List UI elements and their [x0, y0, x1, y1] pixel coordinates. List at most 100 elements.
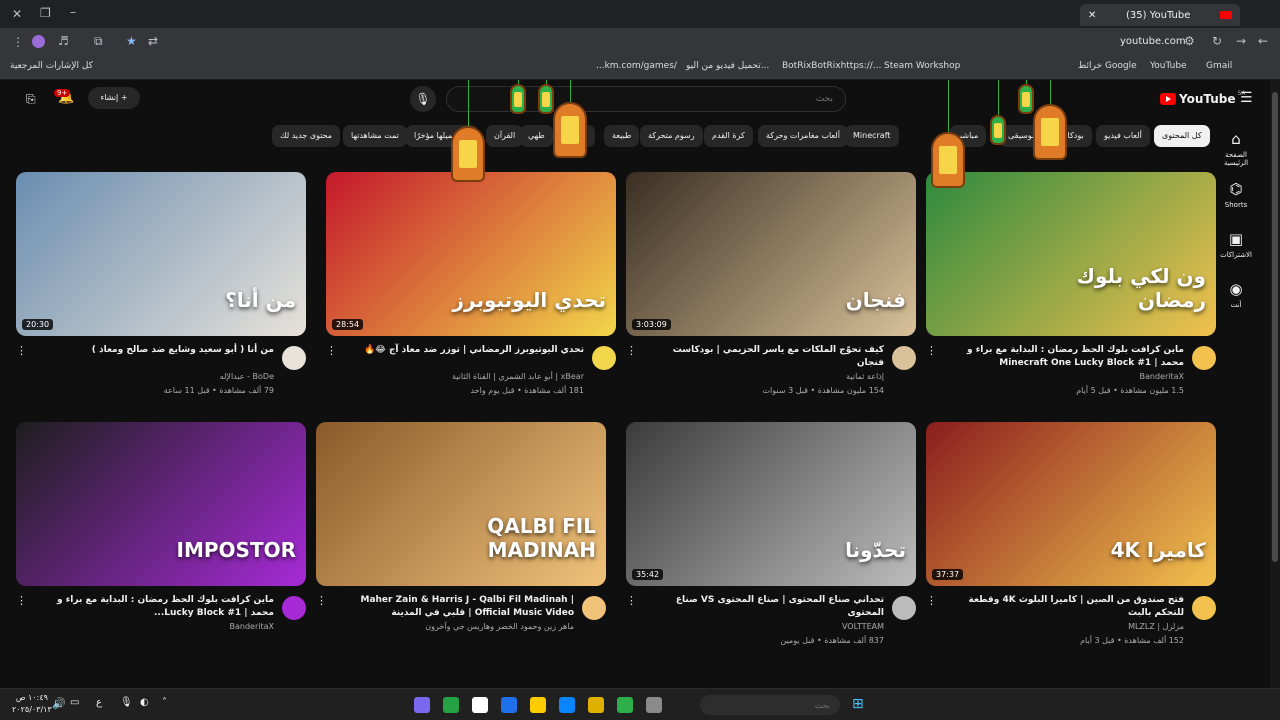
- windows-start-icon[interactable]: ⊞: [852, 696, 864, 712]
- chip-1[interactable]: ألعاب فيديو: [1096, 125, 1150, 147]
- sidebar-item-subscriptions[interactable]: ▣ الاشتراكات: [1214, 230, 1258, 259]
- sidebar-item-home[interactable]: ⌂ الصفحة الرئيسية: [1214, 130, 1258, 167]
- channel-name[interactable]: ماهر زين وحمود الخضر وهاريس جي وآخرون: [425, 622, 574, 631]
- channel-name[interactable]: VOLTTEAM: [842, 622, 884, 631]
- more-options-icon[interactable]: ⋮: [16, 594, 27, 607]
- network-icon[interactable]: ▭: [70, 697, 79, 708]
- sidebar-item-shorts[interactable]: ⌬ Shorts: [1214, 180, 1258, 209]
- tab-youtube[interactable]: ✕ (35) YouTube: [1080, 4, 1240, 26]
- video-card[interactable]: من أنا؟ 20:30 من أنا ( أبو سعيد وشايع ضد…: [16, 172, 306, 404]
- video-thumbnail[interactable]: كاميرا 4K 37:37: [926, 422, 1216, 586]
- channel-name[interactable]: BanderitaX: [1140, 372, 1185, 381]
- chrome-icon[interactable]: [472, 697, 488, 713]
- chip-6[interactable]: ألعاب مغامرات وحركة: [758, 125, 848, 147]
- more-options-icon[interactable]: ⋮: [326, 344, 337, 357]
- channel-name[interactable]: BanderitaX: [230, 622, 275, 631]
- more-options-icon[interactable]: ⋮: [926, 594, 937, 607]
- chip-15[interactable]: محتوى جديد لك: [272, 125, 341, 147]
- video-thumbnail[interactable]: تحدّونا 35:42: [626, 422, 916, 586]
- hamburger-menu-icon[interactable]: ☰: [1240, 90, 1253, 106]
- video-title[interactable]: كيف تحوّج الملكات مع ياسر الحزيمي | بودك…: [644, 344, 884, 370]
- bookmark-games[interactable]: ...km.com/games/: [596, 61, 677, 71]
- chip-11[interactable]: طهي: [520, 125, 553, 147]
- back-icon[interactable]: ←: [1258, 34, 1268, 48]
- video-title[interactable]: فتح صندوق من الصين | كاميرا البلوث 4K وق…: [944, 594, 1185, 620]
- video-card[interactable]: فنجان 3:03:09 كيف تحوّج الملكات مع ياسر …: [626, 172, 916, 404]
- video-card[interactable]: تحدي اليوتيوبرز 28:54 تحدي اليوتيوبرز ال…: [326, 172, 616, 404]
- more-options-icon[interactable]: ⋮: [926, 344, 937, 357]
- video-thumbnail[interactable]: QALBI FIL MADINAH: [316, 422, 606, 586]
- search-input[interactable]: [446, 86, 846, 112]
- chip-9[interactable]: طبيعة: [604, 125, 640, 147]
- channel-name[interactable]: xBear | أبو عابد الشمري | القناة الثانية: [452, 372, 584, 381]
- channel-avatar[interactable]: [892, 596, 916, 620]
- bookmark-botrix[interactable]: BotRixBotRixhttps://...: [782, 61, 881, 71]
- voice-search-icon[interactable]: 🎙: [410, 86, 436, 112]
- steam-icon[interactable]: [501, 697, 517, 713]
- channel-avatar[interactable]: [592, 346, 616, 370]
- bookmark-star-icon[interactable]: ★: [126, 34, 137, 48]
- channel-name[interactable]: إذاعة ثمانية: [846, 372, 884, 381]
- bookmark-maps[interactable]: خرائط Google: [1078, 61, 1137, 71]
- sidebar-item-you[interactable]: ◉ أنت: [1214, 280, 1258, 309]
- share-icon[interactable]: ⇄: [148, 34, 158, 48]
- video-card[interactable]: كاميرا 4K 37:37 فتح صندوق من الصين | كام…: [926, 422, 1216, 654]
- video-title[interactable]: من أنا ( أبو سعيد وشايع ضد صالح ومعاذ ): [34, 344, 274, 357]
- video-thumbnail[interactable]: من أنا؟ 20:30: [16, 172, 306, 336]
- tray-app-icon[interactable]: ◐: [140, 697, 149, 708]
- video-thumbnail[interactable]: تحدي اليوتيوبرز 28:54: [326, 172, 616, 336]
- channel-name[interactable]: مزلزل | MLZLZ: [1128, 622, 1184, 631]
- scrollbar[interactable]: [1270, 80, 1280, 688]
- youtube-logo[interactable]: YouTube SA: [1160, 90, 1246, 106]
- chat-icon[interactable]: [443, 697, 459, 713]
- video-title[interactable]: ماين كرافت بلوك الحظ رمضان : البداية مع …: [944, 344, 1184, 370]
- chip-12[interactable]: القرآن: [486, 125, 524, 147]
- recorder-icon[interactable]: [414, 697, 430, 713]
- channel-avatar[interactable]: [582, 596, 606, 620]
- channel-avatar[interactable]: [892, 346, 916, 370]
- chip-5[interactable]: Minecraft: [845, 125, 899, 147]
- minimize-window-icon[interactable]: –: [70, 5, 76, 19]
- profile-avatar[interactable]: [32, 35, 45, 48]
- menu-icon[interactable]: ⋮: [12, 35, 24, 49]
- video-title[interactable]: تحداني صناع المحتوى | صناع المحتوى VS صن…: [644, 594, 884, 620]
- address-field[interactable]: youtube.com: [1120, 36, 1186, 47]
- extensions-icon[interactable]: ⧉: [94, 34, 103, 49]
- bookmark-steam[interactable]: Steam Workshop: [884, 61, 960, 71]
- video-title[interactable]: تحدي اليوتيوبرز الرمضاني | توزر ضد معاذ …: [344, 344, 584, 357]
- channel-avatar[interactable]: [282, 596, 306, 620]
- clock[interactable]: ١٠:٤٩ ص ٢٠٢٥/٠٣/١٣: [12, 692, 52, 716]
- task-view-icon[interactable]: [646, 697, 662, 713]
- forward-icon[interactable]: →: [1236, 34, 1246, 48]
- channel-avatar[interactable]: [282, 346, 306, 370]
- channel-avatar[interactable]: [1192, 596, 1216, 620]
- store-icon[interactable]: [617, 697, 633, 713]
- more-options-icon[interactable]: ⋮: [16, 344, 27, 357]
- tab-close-icon[interactable]: ✕: [1088, 10, 1096, 21]
- scrollbar-thumb[interactable]: [1272, 92, 1278, 562]
- more-options-icon[interactable]: ⋮: [316, 594, 327, 607]
- microphone-icon[interactable]: 🎙: [120, 697, 133, 708]
- restore-window-icon[interactable]: ❐: [40, 6, 51, 20]
- site-info-icon[interactable]: ⚙: [1184, 34, 1195, 48]
- create-button[interactable]: إنشاء +: [88, 87, 140, 109]
- cast-icon[interactable]: ⎘: [26, 92, 36, 107]
- channel-name[interactable]: BoDe - عبدالإله: [220, 372, 274, 381]
- bookmark-gmail[interactable]: Gmail: [1206, 61, 1232, 71]
- more-options-icon[interactable]: ⋮: [626, 594, 637, 607]
- video-card[interactable]: QALBI FIL MADINAH Maher Zain & Harris J …: [316, 422, 606, 654]
- chip-8[interactable]: رسوم متحركة: [640, 125, 703, 147]
- files-icon[interactable]: [530, 697, 546, 713]
- video-thumbnail[interactable]: ون لكي بلوك رمضان: [926, 172, 1216, 336]
- video-title[interactable]: ماين كرافت بلوك الحظ رمضان : البداية مع …: [34, 594, 274, 620]
- all-bookmarks[interactable]: كل الإشارات المرجعية: [10, 61, 93, 71]
- chip-14[interactable]: تمت مشاهدتها: [343, 125, 407, 147]
- video-title[interactable]: Maher Zain & Harris J - Qalbi Fil Madina…: [334, 594, 574, 620]
- explorer-icon[interactable]: [588, 697, 604, 713]
- volume-icon[interactable]: 🔊: [52, 697, 66, 710]
- channel-avatar[interactable]: [1192, 346, 1216, 370]
- tray-overflow-icon[interactable]: ˄: [162, 697, 167, 708]
- video-thumbnail[interactable]: IMPOSTOR: [16, 422, 306, 586]
- media-icon[interactable]: ♬: [58, 34, 69, 48]
- close-window-icon[interactable]: ✕: [12, 7, 22, 21]
